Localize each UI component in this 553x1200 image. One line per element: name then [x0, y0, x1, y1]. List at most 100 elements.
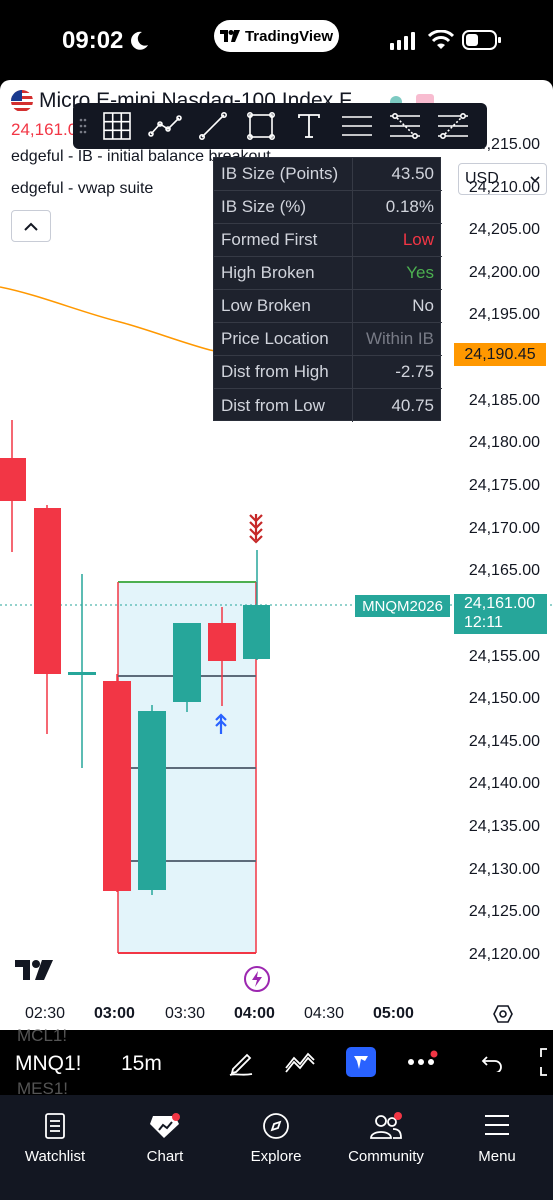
pencil-icon[interactable]	[227, 1049, 255, 1077]
last-price-value: 24,161.00	[464, 595, 536, 612]
drawing-toolbar	[73, 103, 487, 149]
ib-stats-row: High Broken Yes	[214, 257, 442, 290]
price-scale-label: 24,195.00	[468, 306, 540, 323]
bar-countdown: 12:11	[464, 614, 503, 631]
ib-stats-value: Low	[402, 230, 434, 249]
lightning-icon[interactable]	[244, 966, 270, 992]
ib-stats-row: Formed First Low	[214, 224, 442, 257]
price-scale-label: 24,175.00	[468, 477, 540, 494]
more-icon[interactable]	[406, 1050, 438, 1070]
projection-icon[interactable]	[429, 103, 477, 149]
tab-label: Watchlist	[24, 1148, 86, 1165]
time-axis-label: 04:30	[304, 1005, 345, 1022]
ib-stats-label: IB Size (%)	[214, 191, 353, 223]
symbol-selector[interactable]: MNQ1!	[15, 1052, 82, 1076]
battery-icon	[462, 30, 501, 50]
price-scale-label: 24,130.00	[468, 861, 540, 878]
wifi-icon	[428, 30, 454, 49]
ib-stats-value: 40.75	[391, 395, 434, 415]
status-bar: 09:02 TradingView	[0, 0, 553, 80]
trade-icon	[354, 1056, 368, 1069]
ib-stats-label: Dist from Low	[214, 389, 353, 422]
ib-stats-value: Yes	[406, 263, 434, 282]
price-scale-label: 24,170.00	[468, 520, 540, 537]
price-scale-label: 24,180.00	[468, 434, 540, 451]
ib-stats-value: Within IB	[365, 329, 434, 348]
tab-community[interactable]: Community	[331, 1095, 441, 1165]
watchlist-icon	[45, 1113, 65, 1139]
ib-stats-row: Low Broken No	[214, 290, 442, 323]
tab-explore[interactable]: Explore	[221, 1095, 331, 1165]
ib-stats-row: IB Size (%) 0.18%	[214, 191, 442, 224]
path-icon[interactable]	[141, 103, 189, 149]
price-scale-label: 24,145.00	[468, 733, 540, 750]
app-pill-label: TradingView	[244, 27, 334, 45]
text-icon[interactable]	[285, 103, 333, 149]
ib-stats-value: 0.18%	[385, 197, 434, 216]
candle-up	[173, 623, 201, 702]
price-scale-label: 24,185.00	[468, 392, 540, 409]
rectangle-icon[interactable]	[237, 103, 285, 149]
app-pill[interactable]: TradingView	[214, 20, 339, 52]
chevron-up-icon	[24, 222, 38, 231]
drag-handle[interactable]	[73, 103, 93, 149]
tab-menu[interactable]: Menu	[442, 1095, 552, 1165]
menu-icon	[485, 1115, 509, 1135]
indicator-legend-vwap[interactable]: edgeful - vwap suite	[11, 180, 153, 198]
price-scale-label: 24,165.00	[468, 562, 540, 579]
price-scale-label: 24,135.00	[468, 818, 540, 835]
trade-button[interactable]	[346, 1047, 376, 1077]
price-scale-label: 24,125.00	[468, 903, 540, 920]
tab-chart[interactable]: Chart	[110, 1095, 220, 1165]
grid-icon[interactable]	[93, 103, 141, 149]
tab-bar: Watchlist Chart Explore Community Menu	[0, 1095, 553, 1200]
tab-watchlist[interactable]: Watchlist	[0, 1095, 110, 1165]
price-scale-label: 24,155.00	[468, 648, 540, 665]
ib-stats-row: Dist from Low 40.75	[214, 389, 442, 422]
tab-label: Chart	[146, 1148, 184, 1165]
tab-label: Community	[348, 1148, 424, 1165]
indicators-icon[interactable]	[284, 1050, 316, 1074]
time-axis-label: 05:00	[373, 1005, 414, 1022]
price-scale-label: 24,205.00	[468, 221, 540, 238]
interval-selector[interactable]: 15m	[121, 1052, 162, 1076]
ib-stats-label: Low Broken	[214, 290, 353, 322]
ib-stats-label: IB Size (Points)	[214, 158, 353, 190]
ib-stats-row: Price Location Within IB	[214, 323, 442, 356]
price-scale-label: 24,150.00	[468, 690, 540, 707]
trend-line-icon[interactable]	[189, 103, 237, 149]
time-axis-label: 04:00	[234, 1005, 275, 1022]
ib-stats-label: Dist from High	[214, 356, 353, 388]
fullscreen-icon[interactable]	[537, 1047, 553, 1077]
collapse-legend-button[interactable]	[11, 210, 51, 242]
ib-stats-row: Dist from High -2.75	[214, 356, 442, 389]
tradingview-logo-icon	[219, 30, 240, 42]
candle-doji	[68, 672, 96, 675]
candle-down	[103, 681, 131, 891]
tab-label: Menu	[478, 1148, 516, 1165]
sell-signal-arrow	[249, 514, 263, 544]
tradingview-logo-icon[interactable]	[15, 960, 53, 980]
ib-stats-row: IB Size (Points) 43.50	[214, 158, 442, 191]
compass-icon	[263, 1113, 289, 1139]
status-time: 09:02	[62, 27, 124, 54]
undo-icon[interactable]	[481, 1052, 503, 1072]
vwap-line	[0, 286, 221, 353]
chart-icon	[150, 1113, 180, 1138]
settings-hexagon-icon[interactable]	[493, 1004, 513, 1024]
symbol-badge: MNQM2026	[355, 595, 450, 617]
horizontal-lines-icon[interactable]	[333, 103, 381, 149]
candle-down	[0, 458, 26, 501]
price-scale-label: 24,210.00	[468, 179, 540, 196]
moon-icon	[131, 31, 148, 50]
candle-down	[208, 623, 236, 661]
vwap-price-badge: 24,190.45	[454, 343, 546, 366]
ib-stats-table: IB Size (Points) 43.50 IB Size (%) 0.18%…	[213, 157, 442, 422]
candle-up	[138, 711, 166, 890]
fib-levels-icon[interactable]	[381, 103, 429, 149]
time-axis-label: 02:30	[25, 1005, 66, 1022]
symbol-above: MCL1!	[17, 1026, 68, 1045]
cellular-signal-icon	[390, 32, 415, 50]
price-scale-label: 24,120.00	[468, 946, 540, 963]
tab-label: Explore	[250, 1148, 302, 1165]
